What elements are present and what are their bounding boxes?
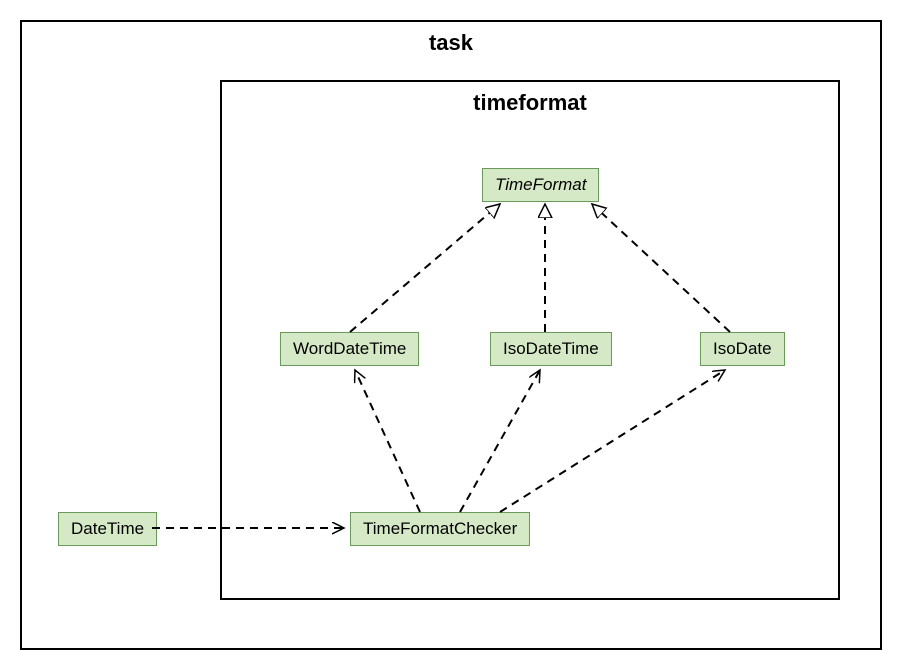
class-worddatetime: WordDateTime bbox=[280, 332, 419, 366]
package-task-label: task bbox=[429, 30, 473, 56]
package-timeformat-label: timeformat bbox=[473, 90, 587, 116]
class-isodatetime: IsoDateTime bbox=[490, 332, 612, 366]
class-datetime: DateTime bbox=[58, 512, 157, 546]
class-isodate: IsoDate bbox=[700, 332, 785, 366]
class-timeformat: TimeFormat bbox=[482, 168, 599, 202]
class-timeformatchecker: TimeFormatChecker bbox=[350, 512, 530, 546]
